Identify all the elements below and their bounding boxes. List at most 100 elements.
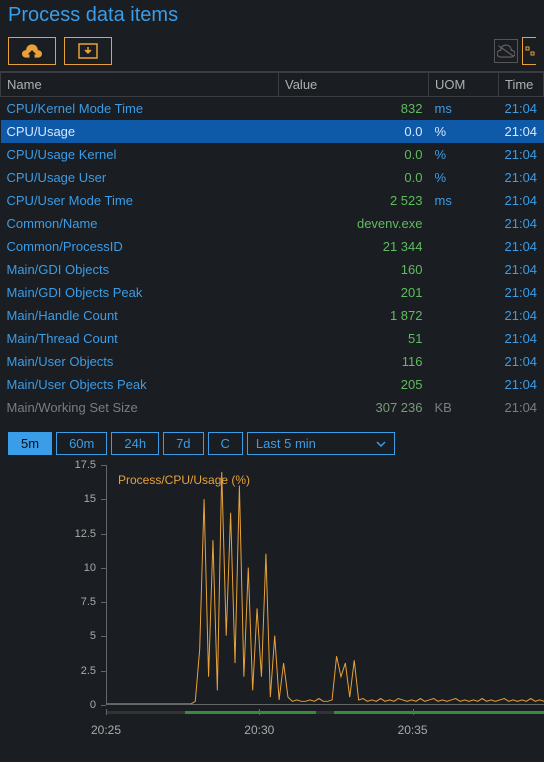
table-row[interactable]: Common/ProcessID21 34421:04 [1, 235, 544, 258]
x-axis: 20:2520:3020:35 [106, 709, 544, 749]
cell-name: Common/ProcessID [1, 235, 279, 258]
cell-value: 0.0 [279, 166, 429, 189]
table-row[interactable]: CPU/Usage Kernel0.0%21:04 [1, 143, 544, 166]
cloud-off-icon [497, 44, 515, 58]
cell-time: 21:04 [499, 120, 544, 143]
cell-time: 21:04 [499, 304, 544, 327]
x-tick: 20:25 [91, 723, 121, 737]
y-tick: 12.5 [75, 528, 96, 540]
cell-name: CPU/Usage Kernel [1, 143, 279, 166]
range-select-label: Last 5 min [256, 436, 316, 451]
cell-time: 21:04 [499, 212, 544, 235]
cell-time: 21:04 [499, 350, 544, 373]
page-title: Process data items [0, 0, 544, 31]
y-tick: 5 [90, 630, 96, 642]
col-time[interactable]: Time [499, 73, 544, 97]
chart: Process/CPU/Usage (%) 02.557.51012.51517… [0, 461, 544, 761]
table-header-row: Name Value UOM Time [1, 73, 544, 97]
cell-uom [429, 327, 499, 350]
cell-value: 0.0 [279, 143, 429, 166]
cell-value: 832 [279, 97, 429, 120]
cell-uom [429, 350, 499, 373]
cell-time: 21:04 [499, 258, 544, 281]
cell-value: 1 872 [279, 304, 429, 327]
y-tick: 0 [90, 699, 96, 711]
expand-icon [525, 46, 535, 56]
cell-name: CPU/Usage User [1, 166, 279, 189]
cell-name: Main/Working Set Size [1, 396, 279, 419]
cell-value: 205 [279, 373, 429, 396]
cell-uom [429, 212, 499, 235]
table-row[interactable]: Main/User Objects11621:04 [1, 350, 544, 373]
cell-name: Main/User Objects Peak [1, 373, 279, 396]
cell-value: 160 [279, 258, 429, 281]
table-row[interactable]: CPU/Kernel Mode Time832ms21:04 [1, 97, 544, 120]
y-tick: 7.5 [81, 596, 96, 608]
time-range-bar: 5m 60m 24h 7d C Last 5 min [0, 426, 544, 461]
cell-time: 21:04 [499, 327, 544, 350]
cloud-off-indicator [494, 39, 518, 63]
table-row[interactable]: CPU/User Mode Time2 523ms21:04 [1, 189, 544, 212]
cell-value: 51 [279, 327, 429, 350]
cell-name: Main/GDI Objects Peak [1, 281, 279, 304]
import-button[interactable] [64, 37, 112, 65]
cell-value: 2 523 [279, 189, 429, 212]
cell-value: 0.0 [279, 120, 429, 143]
range-24h[interactable]: 24h [111, 432, 159, 455]
data-table: Name Value UOM Time CPU/Kernel Mode Time… [0, 71, 544, 426]
range-60m[interactable]: 60m [56, 432, 107, 455]
col-uom[interactable]: UOM [429, 73, 499, 97]
y-tick: 2.5 [81, 665, 96, 677]
cell-uom: ms [429, 97, 499, 120]
import-icon [78, 43, 98, 59]
table-row[interactable]: Main/Handle Count1 872 21:04 [1, 304, 544, 327]
cell-time: 21:04 [499, 235, 544, 258]
cell-time: 21:04 [499, 189, 544, 212]
cell-name: CPU/Usage [1, 120, 279, 143]
table-row[interactable]: Main/GDI Objects Peak201 21:04 [1, 281, 544, 304]
x-tick: 20:30 [244, 723, 274, 737]
upload-button[interactable] [8, 37, 56, 65]
cell-uom: KB [429, 396, 499, 419]
table-row[interactable]: Main/Working Set Size307 236KB21:04 [1, 396, 544, 419]
table-row[interactable]: Common/Namedevenv.exe 21:04 [1, 212, 544, 235]
range-5m[interactable]: 5m [8, 432, 52, 455]
cell-time: 21:04 [499, 97, 544, 120]
y-tick: 10 [84, 562, 96, 574]
cell-uom [429, 281, 499, 304]
x-tick: 20:35 [398, 723, 428, 737]
table-row[interactable]: CPU/Usage User0.0%21:04 [1, 166, 544, 189]
y-axis: 02.557.51012.51517.5 [0, 465, 100, 705]
cell-name: Common/Name [1, 212, 279, 235]
range-custom[interactable]: C [208, 432, 243, 455]
cell-time: 21:04 [499, 166, 544, 189]
col-value[interactable]: Value [279, 73, 429, 97]
expand-button[interactable] [522, 37, 536, 65]
range-7d[interactable]: 7d [163, 432, 203, 455]
range-select[interactable]: Last 5 min [247, 432, 395, 455]
cloud-upload-icon [22, 43, 42, 59]
table-row[interactable]: Main/Thread Count51 21:04 [1, 327, 544, 350]
cell-uom [429, 235, 499, 258]
cell-name: Main/Thread Count [1, 327, 279, 350]
cell-value: 201 [279, 281, 429, 304]
cell-value: 307 236 [279, 396, 429, 419]
cell-uom: % [429, 143, 499, 166]
col-name[interactable]: Name [1, 73, 279, 97]
cell-uom [429, 304, 499, 327]
cell-name: Main/User Objects [1, 350, 279, 373]
cell-value: devenv.exe [279, 212, 429, 235]
cell-name: CPU/Kernel Mode Time [1, 97, 279, 120]
cell-time: 21:04 [499, 281, 544, 304]
cell-name: CPU/User Mode Time [1, 189, 279, 212]
table-row[interactable]: Main/GDI Objects160 21:04 [1, 258, 544, 281]
cell-time: 21:04 [499, 143, 544, 166]
table-row[interactable]: CPU/Usage0.0%21:04 [1, 120, 544, 143]
cell-name: Main/GDI Objects [1, 258, 279, 281]
table-row[interactable]: Main/User Objects Peak20521:04 [1, 373, 544, 396]
cell-uom [429, 258, 499, 281]
plot-area[interactable] [106, 465, 544, 705]
cell-uom: ms [429, 189, 499, 212]
cell-name: Main/Handle Count [1, 304, 279, 327]
cell-uom: % [429, 166, 499, 189]
